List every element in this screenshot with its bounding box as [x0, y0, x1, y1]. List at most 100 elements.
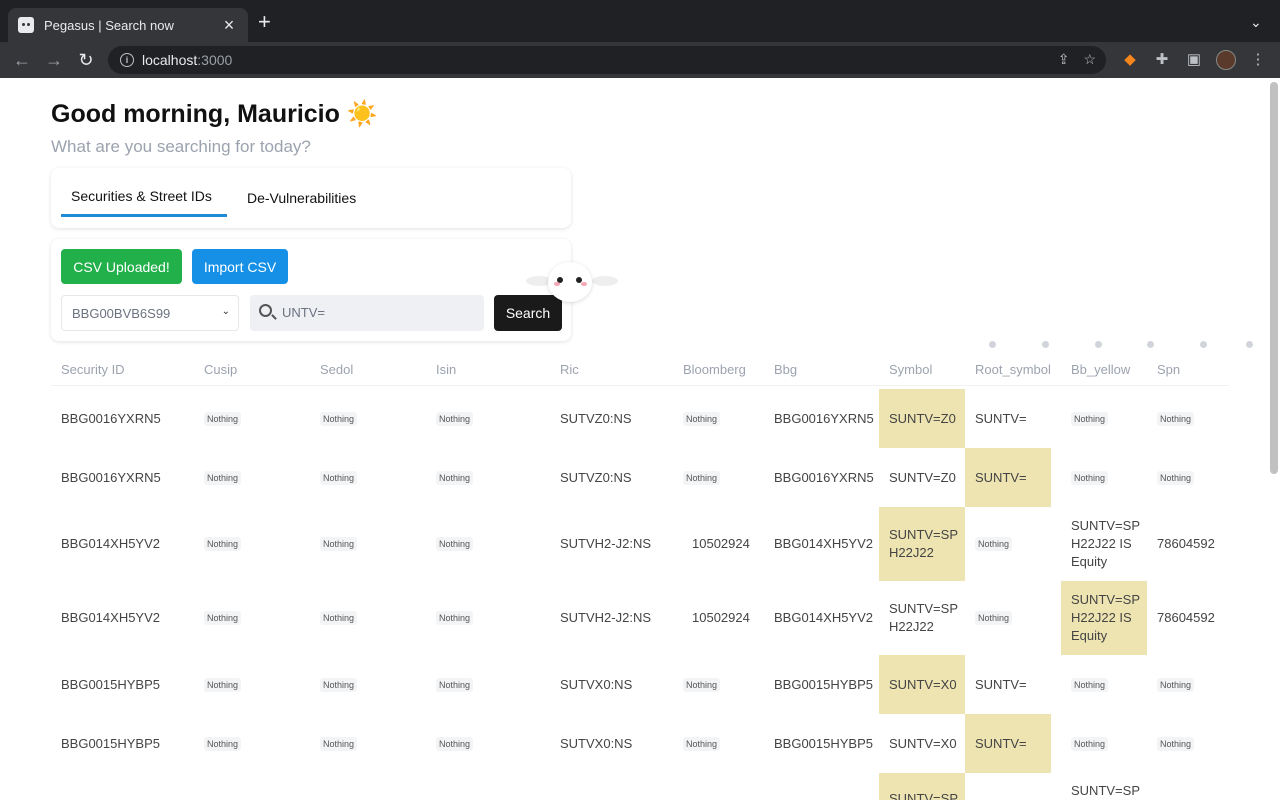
nothing-badge: Nothing [320, 736, 358, 751]
cell-bbg: BBG0015HYBP5 [774, 735, 874, 751]
nothing-badge: Nothing [204, 411, 242, 426]
cell-bbg: BBG014XH5YV2 [774, 536, 874, 551]
nothing-badge: Nothing [320, 677, 358, 692]
cell-ric: SUTVZ0:NS [560, 410, 632, 426]
cell-ric: SUTVZ0:NS [560, 469, 632, 485]
cell-security-id: BBG0015HYBP5 [61, 676, 161, 692]
loading-dot [1246, 341, 1253, 348]
cell-bb-yellow: SUNTV=SP H22J22 IS Equity [1071, 592, 1140, 643]
cell-bbg: BBG0016YXRN5 [774, 410, 874, 426]
search-icon [259, 304, 272, 317]
nothing-badge: Nothing [436, 736, 474, 751]
nothing-badge: Nothing [1157, 677, 1195, 692]
column-header-root-symbol[interactable]: Root_symbol [975, 362, 1051, 377]
cell-security-id: BBG014XH5YV2 [61, 536, 161, 551]
column-header-cusip[interactable]: Cusip [204, 362, 237, 377]
cell-root-symbol: SUNTV= [975, 410, 1027, 426]
nothing-badge: Nothing [436, 537, 474, 551]
greeting-text: Good morning, Mauricio [51, 100, 340, 128]
cell-security-id: BBG0016YXRN5 [61, 469, 161, 485]
reload-icon[interactable]: ↻ [76, 50, 96, 70]
nothing-badge: Nothing [1071, 736, 1109, 751]
nothing-badge: Nothing [436, 677, 474, 692]
chevron-down-icon[interactable]: ⌄ [1250, 14, 1262, 31]
browser-menu-icon[interactable]: ⋮ [1249, 51, 1267, 69]
forward-arrow-icon[interactable]: → [44, 50, 64, 70]
cell-ric: SUTVH2-J2:NS [560, 610, 652, 625]
back-arrow-icon[interactable]: ← [12, 50, 32, 70]
page-subtitle: What are you searching for today? [51, 137, 311, 156]
page-content: Good morning, Mauricio ☀️ What are you s… [0, 78, 1280, 800]
cell-symbol: SUNTV=SP H22J22 [889, 527, 958, 560]
site-info-icon[interactable]: i [120, 53, 134, 67]
cell-bloomberg: 10502924 [692, 536, 750, 551]
extensions-puzzle-icon[interactable]: ✚ [1153, 51, 1171, 69]
nothing-badge: Nothing [975, 537, 1013, 551]
security-id-select-value: BBG00BVB6S99 [72, 306, 171, 321]
column-header-ric[interactable]: Ric [560, 362, 579, 377]
cell-symbol: SUNTV=Z0 [889, 410, 956, 426]
search-input[interactable]: UNTV= [250, 295, 484, 331]
nothing-badge: Nothing [204, 736, 242, 751]
nothing-badge: Nothing [436, 470, 474, 485]
browser-tab[interactable]: Pegasus | Search now × [8, 8, 248, 42]
cell-symbol: SUNTV=X0 [889, 735, 957, 751]
nothing-badge: Nothing [204, 677, 242, 692]
nothing-badge: Nothing [320, 470, 358, 485]
nothing-badge: Nothing [1157, 736, 1195, 751]
browser-toolbar: ← → ↻ i localhost:3000 ⇪ ☆ ◆ ✚ ▣ ⋮ [0, 42, 1280, 78]
column-header-bb-yellow[interactable]: Bb_yellow [1071, 362, 1130, 377]
cell-bbg: BBG0015HYBP5 [774, 676, 874, 692]
active-tab-underline [61, 214, 227, 217]
cell-security-id: BBG014XH5YV2 [61, 610, 161, 625]
bookmark-star-icon[interactable]: ☆ [1083, 51, 1096, 68]
metamask-extension-icon[interactable]: ◆ [1121, 51, 1139, 69]
import-csv-button[interactable]: Import CSV [192, 249, 288, 284]
cell-spn: 78604592 [1157, 610, 1215, 625]
cell-symbol: SUNTV=X0 [889, 676, 957, 692]
cell-ric: SUTVH2-J2:NS [560, 536, 652, 551]
tab-securities-street-ids[interactable]: Securities & Street IDs [71, 188, 212, 204]
column-header-sedol[interactable]: Sedol [320, 362, 353, 377]
page-scrollbar[interactable] [1270, 82, 1278, 474]
browser-tab-strip: Pegasus | Search now × + ⌄ [0, 0, 1280, 42]
share-icon[interactable]: ⇪ [1058, 51, 1070, 68]
column-header-symbol[interactable]: Symbol [889, 362, 932, 377]
nothing-badge: Nothing [204, 537, 242, 551]
column-header-spn[interactable]: Spn [1157, 362, 1180, 377]
pegasus-favicon-icon [18, 17, 34, 33]
column-header-bloomberg[interactable]: Bloomberg [683, 362, 746, 377]
browser-tab-title: Pegasus | Search now [44, 17, 174, 33]
nothing-badge: Nothing [1071, 411, 1109, 426]
search-input-value: UNTV= [282, 305, 325, 320]
side-panel-icon[interactable]: ▣ [1185, 51, 1203, 69]
cell-root-symbol: SUNTV= [975, 735, 1027, 751]
nothing-badge: Nothing [975, 611, 1013, 625]
column-header-bbg[interactable]: Bbg [774, 362, 797, 377]
nothing-badge: Nothing [204, 611, 242, 625]
new-tab-icon[interactable]: + [258, 11, 271, 33]
column-header-security-id[interactable]: Security ID [61, 362, 125, 377]
chevron-down-icon: ⌄ [221, 306, 230, 317]
sun-emoji-icon: ☀️ [346, 100, 378, 128]
cell-bloomberg: 10502924 [692, 610, 750, 625]
cell-bb-yellow: SUNTV=SP H22J22 IS Equity [1071, 518, 1140, 569]
column-header-isin[interactable]: Isin [436, 362, 456, 377]
csv-uploaded-button[interactable]: CSV Uploaded! [61, 249, 182, 284]
cell-bb-yellow: SUNTV=SP [1071, 783, 1140, 798]
tab-de-vulnerabilities[interactable]: De-Vulnerabilities [247, 190, 356, 206]
nothing-badge: Nothing [320, 411, 358, 426]
address-bar[interactable]: i localhost:3000 ⇪ ☆ [108, 46, 1106, 74]
nothing-badge: Nothing [204, 470, 242, 485]
cell-spn: 78604592 [1157, 536, 1215, 551]
nothing-badge: Nothing [1071, 470, 1109, 485]
flying-mascot-icon [526, 258, 618, 306]
nothing-badge: Nothing [320, 537, 358, 551]
security-id-select[interactable]: BBG00BVB6S99 ⌄ [61, 295, 239, 331]
cell-symbol: SUNTV=SP H22J22 [889, 601, 958, 634]
profile-avatar[interactable] [1216, 50, 1236, 70]
search-form-card: CSV Uploaded! Import CSV BBG00BVB6S99 ⌄ … [51, 239, 571, 341]
cell-root-symbol: SUNTV= [975, 469, 1027, 485]
nothing-badge: Nothing [683, 736, 721, 751]
close-tab-icon[interactable]: × [220, 15, 238, 36]
